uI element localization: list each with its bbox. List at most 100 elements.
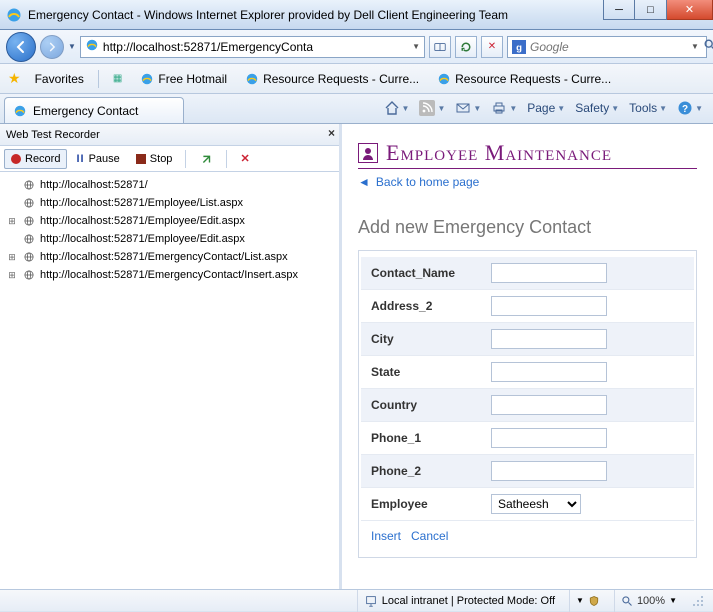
label-country: Country — [371, 398, 491, 412]
compat-view-button[interactable] — [429, 36, 451, 58]
label-phone-2: Phone_2 — [371, 464, 491, 478]
fav-link-label: Resource Requests - Curre... — [455, 72, 611, 86]
feeds-button[interactable]: ▼ — [415, 97, 449, 119]
stop-button[interactable]: Stop — [129, 149, 180, 169]
request-tree-item[interactable]: ⊞http://localhost:52871/Employee/Edit.as… — [6, 212, 333, 230]
home-button[interactable]: ▼ — [380, 97, 414, 119]
stop-button[interactable]: ✕ — [481, 36, 503, 58]
label-employee: Employee — [371, 497, 491, 511]
request-tree-item[interactable]: http://localhost:52871/Employee/List.asp… — [6, 194, 333, 212]
refresh-button[interactable] — [455, 36, 477, 58]
back-button[interactable] — [6, 32, 36, 62]
input-country[interactable] — [491, 395, 607, 415]
input-phone-1[interactable] — [491, 428, 607, 448]
url-input[interactable] — [103, 40, 408, 54]
request-tree-item[interactable]: ⊞http://localhost:52871/EmergencyContact… — [6, 248, 333, 266]
tools-menu-label: Tools — [629, 101, 657, 115]
favorites-button[interactable]: Favorites — [31, 70, 88, 88]
status-bar: Local intranet | Protected Mode: Off ▼ 1… — [0, 589, 713, 611]
cancel-link[interactable]: Cancel — [411, 529, 448, 543]
input-city[interactable] — [491, 329, 607, 349]
tree-expand-icon[interactable]: ⊞ — [6, 248, 18, 266]
favorites-star-icon[interactable]: ★ — [8, 70, 21, 87]
request-tree[interactable]: http://localhost:52871/http://localhost:… — [0, 172, 339, 589]
tools-menu[interactable]: Tools▼ — [625, 97, 671, 119]
form-row-city: City — [361, 322, 694, 355]
safety-menu[interactable]: Safety▼ — [571, 97, 623, 119]
zoom-control[interactable]: 100% ▼ — [614, 590, 683, 612]
fav-link-hotmail[interactable]: Free Hotmail — [136, 70, 231, 88]
form-actions: Insert Cancel — [361, 520, 694, 551]
form-row-country: Country — [361, 388, 694, 421]
security-status[interactable]: ▼ — [569, 590, 606, 612]
fav-link-label: Resource Requests - Curre... — [263, 72, 419, 86]
print-button[interactable]: ▼ — [487, 97, 521, 119]
back-link-label: Back to home page — [376, 175, 479, 189]
clear-button[interactable]: ✕ — [233, 149, 256, 169]
back-to-home-link[interactable]: ◄ Back to home page — [358, 175, 697, 189]
select-employee[interactable]: Satheesh — [491, 494, 581, 514]
input-state[interactable] — [491, 362, 607, 382]
search-input[interactable] — [530, 40, 687, 54]
request-tree-item[interactable]: http://localhost:52871/ — [6, 176, 333, 194]
zoom-dropdown-icon: ▼ — [669, 596, 677, 605]
form-row-employee: Employee Satheesh — [361, 487, 694, 520]
recorder-title: Web Test Recorder — [6, 129, 100, 141]
forward-button[interactable] — [40, 35, 64, 59]
separator — [185, 150, 186, 168]
browser-nav-bar: ▼ ▼ ✕ g ▼ — [0, 30, 713, 64]
input-contact-name[interactable] — [491, 263, 607, 283]
help-button[interactable]: ?▼ — [673, 97, 707, 119]
address-bar[interactable]: ▼ — [80, 36, 425, 58]
app-logo-icon — [358, 143, 378, 163]
page-heading: Add new Emergency Contact — [358, 217, 697, 238]
google-icon: g — [512, 40, 526, 54]
page-menu-label: Page — [527, 101, 555, 115]
stop-label: Stop — [150, 153, 173, 165]
request-tree-item[interactable]: ⊞http://localhost:52871/EmergencyContact… — [6, 266, 333, 284]
recorder-close-button[interactable]: × — [328, 126, 335, 140]
window-maximize-button[interactable]: □ — [635, 0, 667, 20]
ie-page-icon — [245, 72, 259, 86]
intranet-icon — [364, 594, 378, 608]
tree-expand-icon[interactable]: ⊞ — [6, 266, 18, 284]
fav-link-label: Free Hotmail — [158, 72, 227, 86]
label-address-2: Address_2 — [371, 299, 491, 313]
svg-text:g: g — [516, 42, 522, 53]
request-icon — [22, 268, 36, 282]
zone-status: Local intranet | Protected Mode: Off — [357, 590, 561, 612]
resize-grip-icon[interactable] — [691, 594, 705, 608]
search-box[interactable]: g ▼ — [507, 36, 707, 58]
ie-page-icon — [140, 72, 154, 86]
favorites-bar: ★ Favorites ▦ Free Hotmail Resource Requ… — [0, 64, 713, 94]
form-row-phone-1: Phone_1 — [361, 421, 694, 454]
insert-link[interactable]: Insert — [371, 529, 401, 543]
url-dropdown-icon[interactable]: ▼ — [412, 42, 420, 51]
fav-link-resource-2[interactable]: Resource Requests - Curre... — [433, 70, 615, 88]
input-address-2[interactable] — [491, 296, 607, 316]
request-url: http://localhost:52871/ — [40, 176, 148, 194]
window-minimize-button[interactable]: ─ — [603, 0, 635, 20]
suggested-sites-button[interactable]: ▦ — [109, 71, 126, 86]
fav-link-resource-1[interactable]: Resource Requests - Curre... — [241, 70, 423, 88]
tab-title: Emergency Contact — [33, 104, 138, 118]
ie-icon — [6, 7, 22, 23]
input-phone-2[interactable] — [491, 461, 607, 481]
nav-history-dropdown[interactable]: ▼ — [68, 42, 76, 51]
search-dropdown-icon[interactable]: ▼ — [691, 42, 699, 51]
security-dropdown-icon: ▼ — [576, 596, 584, 605]
record-button[interactable]: Record — [4, 149, 67, 169]
form-row-state: State — [361, 355, 694, 388]
tree-expand-icon[interactable]: ⊞ — [6, 212, 18, 230]
browser-tab[interactable]: Emergency Contact — [4, 97, 184, 123]
pause-button[interactable]: II Pause — [69, 149, 126, 169]
ie-page-icon — [13, 104, 27, 118]
label-phone-1: Phone_1 — [371, 431, 491, 445]
request-tree-item[interactable]: http://localhost:52871/Employee/Edit.asp… — [6, 230, 333, 248]
mail-button[interactable]: ▼ — [451, 97, 485, 119]
window-close-button[interactable]: ✕ — [667, 0, 713, 20]
add-comment-button[interactable] — [192, 149, 220, 169]
record-icon — [11, 154, 21, 164]
search-go-icon[interactable] — [703, 38, 713, 55]
page-menu[interactable]: Page▼ — [523, 97, 569, 119]
